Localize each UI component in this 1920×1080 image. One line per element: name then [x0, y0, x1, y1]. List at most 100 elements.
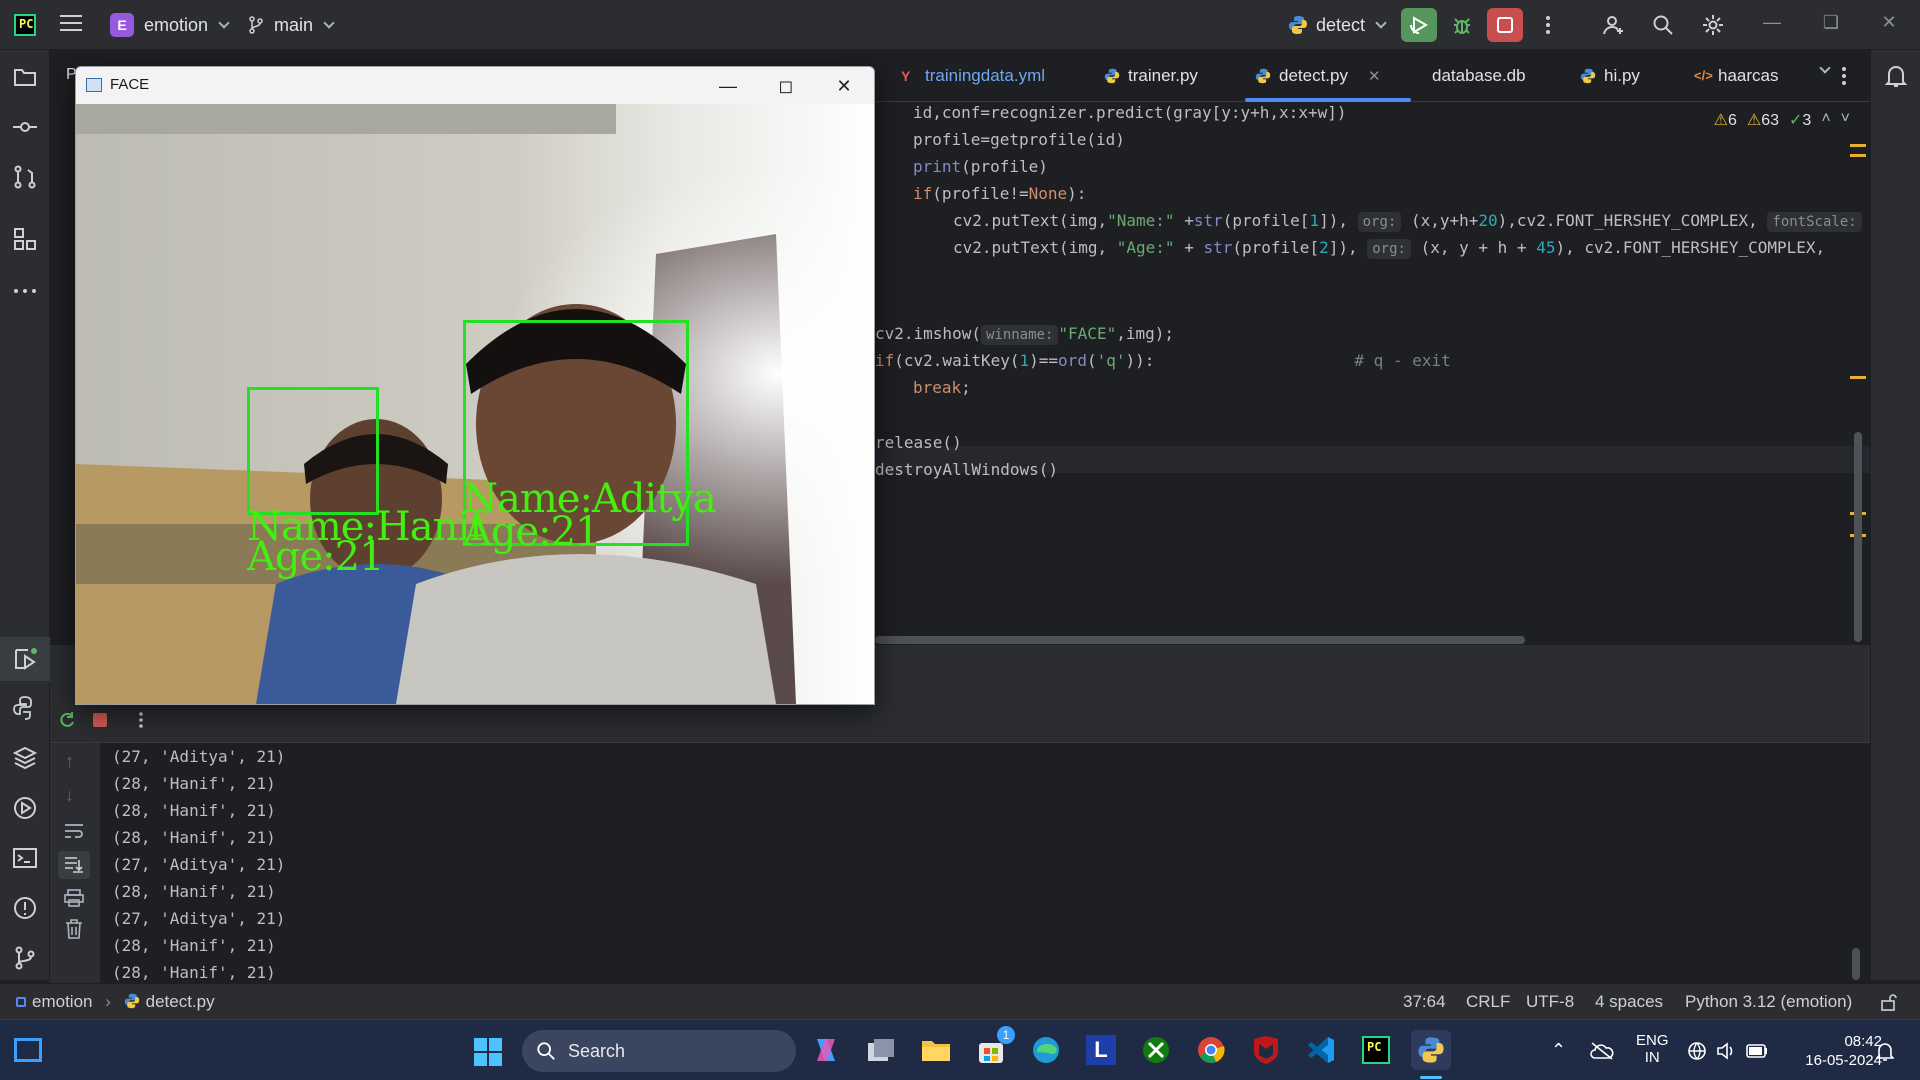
- windows-start-icon[interactable]: [473, 1037, 503, 1067]
- close-button[interactable]: ✕: [1874, 12, 1904, 38]
- stop-button[interactable]: [1487, 8, 1523, 42]
- task-view-icon[interactable]: [861, 1030, 901, 1070]
- debug-button[interactable]: [1444, 8, 1480, 42]
- file-encoding[interactable]: UTF-8: [1526, 984, 1574, 1020]
- face-window[interactable]: FACE — ◻ ✕ Name:Hanif Age:21 Name:Aditya…: [75, 66, 875, 705]
- editor-vertical-scrollbar[interactable]: [1854, 432, 1862, 642]
- microsoft-store-icon[interactable]: 1: [971, 1026, 1015, 1070]
- tab-trainingdata[interactable]: Y trainingdata.yml: [901, 50, 1045, 102]
- next-highlight-icon[interactable]: ˅: [1841, 110, 1850, 130]
- more-horizontal-icon[interactable]: [12, 278, 38, 304]
- search-everywhere-button[interactable]: [1645, 8, 1681, 42]
- problems-icon[interactable]: [12, 895, 38, 921]
- branch-switcher[interactable]: main: [248, 12, 335, 38]
- editor-horizontal-scrollbar[interactable]: [875, 636, 1525, 644]
- print-icon[interactable]: [64, 889, 84, 907]
- scroll-to-end-button[interactable]: [58, 851, 90, 879]
- unlock-icon[interactable]: [1880, 993, 1898, 1011]
- edge-icon[interactable]: [1026, 1030, 1066, 1070]
- python-window-taskbar-icon[interactable]: [1411, 1030, 1451, 1070]
- face-minimize-button[interactable]: —: [708, 73, 748, 99]
- git-branch-icon: [249, 16, 263, 34]
- soft-wrap-icon[interactable]: [64, 823, 84, 839]
- mcafee-icon[interactable]: [1246, 1030, 1286, 1070]
- caret-position[interactable]: 37:64: [1403, 984, 1446, 1020]
- stop-icon[interactable]: [92, 712, 108, 728]
- search-icon: [537, 1042, 555, 1060]
- file-explorer-icon[interactable]: [916, 1030, 956, 1070]
- breadcrumb[interactable]: emotion › detect.py: [16, 984, 215, 1020]
- trash-icon[interactable]: [65, 919, 83, 939]
- tabs-overflow-icon[interactable]: [1819, 62, 1831, 74]
- copilot-icon[interactable]: [806, 1030, 846, 1070]
- breadcrumb-project: emotion: [32, 992, 93, 1011]
- param-hint: fontScale:: [1767, 212, 1862, 232]
- arrow-up-icon[interactable]: ↑: [65, 751, 74, 772]
- more-actions-button[interactable]: [1530, 8, 1566, 42]
- warning-marker[interactable]: [1850, 144, 1866, 147]
- close-tab-icon[interactable]: ✕: [1368, 67, 1381, 85]
- code-with-me-button[interactable]: [1596, 8, 1632, 42]
- tabs-more-icon[interactable]: [1841, 66, 1847, 86]
- run-console[interactable]: ↑ ↓ (27, 'Aditya', 21) (28, 'Hanif', 21)…: [50, 743, 1870, 983]
- folder-icon[interactable]: [12, 64, 38, 90]
- console-line: (28, 'Hanif', 21): [112, 882, 276, 901]
- widgets-icon[interactable]: [14, 1038, 42, 1062]
- face-maximize-button[interactable]: ◻: [766, 73, 806, 99]
- launcher-l-icon[interactable]: L: [1081, 1030, 1121, 1070]
- chrome-icon[interactable]: [1191, 1030, 1231, 1070]
- tab-hi[interactable]: hi.py: [1580, 50, 1640, 102]
- xbox-icon[interactable]: [1136, 1030, 1176, 1070]
- terminal-icon[interactable]: [12, 845, 38, 871]
- python-console-icon[interactable]: [12, 695, 38, 721]
- onedrive-off-icon[interactable]: [1590, 1042, 1614, 1060]
- more-vertical-icon[interactable]: [138, 711, 144, 729]
- status-bar: emotion › detect.py 37:64 CRLF UTF-8 4 s…: [0, 983, 1920, 1019]
- minimize-button[interactable]: —: [1757, 12, 1787, 38]
- pycharm-taskbar-icon[interactable]: PC: [1356, 1030, 1396, 1070]
- restore-button[interactable]: ❏: [1816, 12, 1846, 38]
- pycharm-logo-icon[interactable]: PC: [14, 14, 36, 36]
- commit-icon[interactable]: [12, 114, 38, 140]
- battery-icon[interactable]: [1746, 1044, 1768, 1058]
- code-editor[interactable]: ⚠6 ⚠63 ✓3 ˄ ˅ id,conf=recognizer.predict…: [875, 102, 1870, 644]
- python-packages-icon[interactable]: [12, 745, 38, 771]
- console-scrollbar[interactable]: [1852, 948, 1860, 980]
- arrow-down-icon[interactable]: ↓: [65, 785, 74, 806]
- rerun-button[interactable]: [1401, 8, 1437, 42]
- param-hint: org:: [1357, 212, 1402, 232]
- warning-marker[interactable]: [1850, 154, 1866, 157]
- run-config-selector[interactable]: detect: [1288, 12, 1387, 38]
- tab-detect[interactable]: detect.py ✕: [1245, 50, 1411, 102]
- tab-trainer[interactable]: trainer.py: [1104, 50, 1198, 102]
- git-icon[interactable]: [12, 945, 38, 971]
- console-side-toolbar: ↑ ↓: [50, 743, 100, 983]
- project-switcher[interactable]: E emotion: [110, 12, 230, 38]
- tab-database[interactable]: database.db: [1432, 50, 1526, 102]
- tab-haarcascade[interactable]: </> haarcas: [1694, 50, 1778, 102]
- rerun-icon[interactable]: [58, 711, 76, 729]
- face-window-titlebar[interactable]: FACE — ◻ ✕: [76, 67, 874, 104]
- indent-setting[interactable]: 4 spaces: [1595, 984, 1663, 1020]
- network-globe-icon[interactable]: [1686, 1041, 1708, 1061]
- tray-overflow-icon[interactable]: ⌃: [1551, 1040, 1566, 1080]
- run-tool-active[interactable]: [0, 637, 50, 681]
- line-separator[interactable]: CRLF: [1466, 984, 1510, 1020]
- notifications-bell-icon[interactable]: [1885, 64, 1907, 88]
- main-menu-icon[interactable]: [60, 15, 82, 35]
- volume-icon[interactable]: [1716, 1042, 1736, 1060]
- python-interpreter[interactable]: Python 3.12 (emotion): [1685, 984, 1852, 1020]
- structure-icon[interactable]: [12, 226, 38, 252]
- inspection-widget[interactable]: ⚠6 ⚠63 ✓3 ˄ ˅: [1714, 110, 1850, 130]
- clock[interactable]: 08:42 16-05-2024: [1786, 1032, 1882, 1080]
- settings-button[interactable]: [1695, 8, 1731, 42]
- pull-request-icon[interactable]: [12, 164, 38, 190]
- face-close-button[interactable]: ✕: [824, 73, 864, 99]
- language-indicator[interactable]: ENG IN: [1636, 1032, 1669, 1080]
- taskbar-search[interactable]: Search: [522, 1030, 796, 1072]
- prev-highlight-icon[interactable]: ˄: [1821, 110, 1830, 130]
- vscode-icon[interactable]: [1301, 1030, 1341, 1070]
- notification-bell-icon[interactable]: [1876, 1042, 1894, 1062]
- warning-marker[interactable]: [1850, 376, 1866, 379]
- services-icon[interactable]: [12, 795, 38, 821]
